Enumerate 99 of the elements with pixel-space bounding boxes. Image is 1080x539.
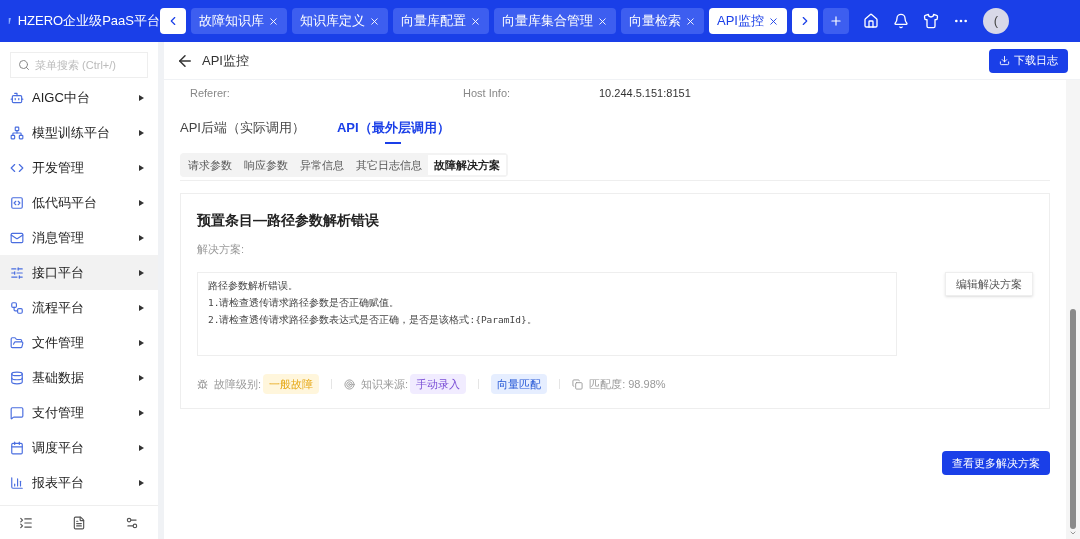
close-icon[interactable] <box>767 15 779 27</box>
tab[interactable]: API（最外层调用） <box>336 118 450 146</box>
tab[interactable]: 向量库配置 <box>393 8 489 34</box>
calendar-icon <box>10 440 24 455</box>
tag: 向量匹配 <box>491 373 548 395</box>
field-label: Referer: <box>189 85 231 101</box>
solution-text-area[interactable]: 路径参数解析错误。 1.请检查透传请求路径参数是否正确赋值。 2.请检查透传请求路径参数表达式是否正确，是否是该格式:{ParamId}。 <box>197 271 897 356</box>
meta-label: 知识来源: <box>361 376 409 392</box>
tab-label: 向量检索 <box>629 12 681 31</box>
tab[interactable]: 故障解决方案 <box>428 155 506 176</box>
add-tab-button[interactable] <box>822 8 849 34</box>
close-icon[interactable] <box>685 15 696 27</box>
tab[interactable]: 知识库定义 <box>292 8 388 34</box>
tab[interactable]: API后端（实际调用） <box>180 118 305 146</box>
menu-item[interactable]: 开发管理 <box>0 150 158 185</box>
tab[interactable]: 向量库集合管理 <box>494 8 616 34</box>
menu-item[interactable]: 接口平台 <box>0 255 158 290</box>
tab[interactable]: 异常信息 <box>294 155 350 176</box>
tab-label: 故障知识库 <box>199 12 264 31</box>
menu-item[interactable]: 消息管理 <box>0 220 158 255</box>
target-icon <box>344 378 356 390</box>
code-window-icon <box>10 195 24 210</box>
menu-item[interactable]: 基础数据 <box>0 360 158 395</box>
caret-icon <box>139 339 144 346</box>
search-field[interactable]: 菜单搜索 (Ctrl+/) <box>10 52 148 78</box>
more-solutions-button[interactable]: 查看更多解决方案 <box>942 451 1050 476</box>
field-label: 解决方案: <box>197 242 246 258</box>
bug-icon <box>197 378 208 390</box>
menu-item[interactable]: 模型训练平台 <box>0 115 158 150</box>
similarity-text: 匹配度: 98.98% <box>589 376 666 392</box>
menu-item[interactable]: AIGC中台 <box>0 80 158 115</box>
caret-icon <box>139 374 144 381</box>
sliders-icon <box>10 265 24 280</box>
tab[interactable]: 响应参数 <box>238 155 294 176</box>
document-icon[interactable] <box>72 515 86 530</box>
menu-item[interactable]: 低代码平台 <box>0 185 158 220</box>
tab-label: 知识库定义 <box>300 12 365 31</box>
caret-icon <box>139 269 144 276</box>
scroll-left-button[interactable] <box>160 8 186 34</box>
notification-icon[interactable] <box>892 13 909 29</box>
avatar[interactable]: ( <box>982 8 1009 34</box>
caret-icon <box>139 199 144 206</box>
scrollbar-thumb[interactable] <box>1070 309 1076 529</box>
tab-label: API监控 <box>717 12 764 31</box>
close-icon[interactable] <box>470 15 481 27</box>
download-icon <box>999 55 1010 66</box>
close-icon[interactable] <box>268 15 279 27</box>
close-icon[interactable] <box>597 15 608 27</box>
edit-solution-button[interactable]: 编辑解决方案 <box>945 271 1033 296</box>
database-icon <box>10 370 24 385</box>
tab-label: 向量库集合管理 <box>502 12 593 31</box>
caret-icon <box>139 94 144 101</box>
message-icon <box>10 405 24 420</box>
menu-item[interactable]: 支付管理 <box>0 395 158 430</box>
solution-line: 2.请检查透传请求路径参数表达式是否正确，是否是该格式:{ParamId}。 <box>208 312 538 327</box>
network-icon <box>10 125 24 140</box>
tab[interactable]: 向量检索 <box>621 8 704 34</box>
tab-label: 向量库配置 <box>401 12 466 31</box>
close-icon[interactable] <box>369 15 380 27</box>
caret-icon <box>139 444 144 451</box>
caret-icon <box>139 234 144 241</box>
caret-icon <box>139 479 144 486</box>
page-title: API监控 <box>202 51 250 70</box>
field-label: Host Info: <box>463 85 512 101</box>
meta-label: 故障级别: <box>214 376 262 392</box>
home-icon[interactable] <box>862 13 879 29</box>
tag: 一般故障 <box>263 373 320 395</box>
workflow-icon <box>10 300 24 315</box>
menu-item[interactable]: 流程平台 <box>0 290 158 325</box>
scroll-down-icon[interactable] <box>1069 529 1077 537</box>
caret-icon <box>139 129 144 136</box>
collapse-icon[interactable] <box>19 515 34 530</box>
plus-icon <box>828 14 843 28</box>
tab[interactable]: API监控 <box>709 8 787 34</box>
settings-icon[interactable] <box>124 515 139 530</box>
tab[interactable]: 故障知识库 <box>191 8 287 34</box>
field-value: 10.244.5.151:8151 <box>599 85 691 101</box>
app-title: HZERO企业级PaaS平台 <box>17 12 160 31</box>
scroll-right-button[interactable] <box>791 8 818 34</box>
tab[interactable]: 其它日志信息 <box>350 155 428 176</box>
copy-icon <box>572 378 584 390</box>
solution-title: 预置条目—路径参数解析错误 <box>197 211 380 231</box>
download-button[interactable]: 下载日志 <box>989 48 1068 73</box>
robot-icon <box>10 90 24 105</box>
chart-icon <box>10 475 24 490</box>
shirt-icon[interactable] <box>922 13 939 29</box>
mail-icon <box>10 230 24 245</box>
folder-icon <box>10 335 24 350</box>
menu-item[interactable]: 调度平台 <box>0 430 158 465</box>
search-icon <box>18 59 30 71</box>
tab[interactable]: 请求参数 <box>182 155 238 176</box>
caret-icon <box>139 304 144 311</box>
menu-item[interactable]: 文件管理 <box>0 325 158 360</box>
solution-line: 1.请检查透传请求路径参数是否正确赋值。 <box>208 295 401 310</box>
caret-icon <box>139 409 144 416</box>
menu-item[interactable]: 报表平台 <box>0 465 158 500</box>
solution-line: 路径参数解析错误。 <box>208 278 299 293</box>
caret-icon <box>139 164 144 171</box>
tag: 手动录入 <box>410 373 467 395</box>
